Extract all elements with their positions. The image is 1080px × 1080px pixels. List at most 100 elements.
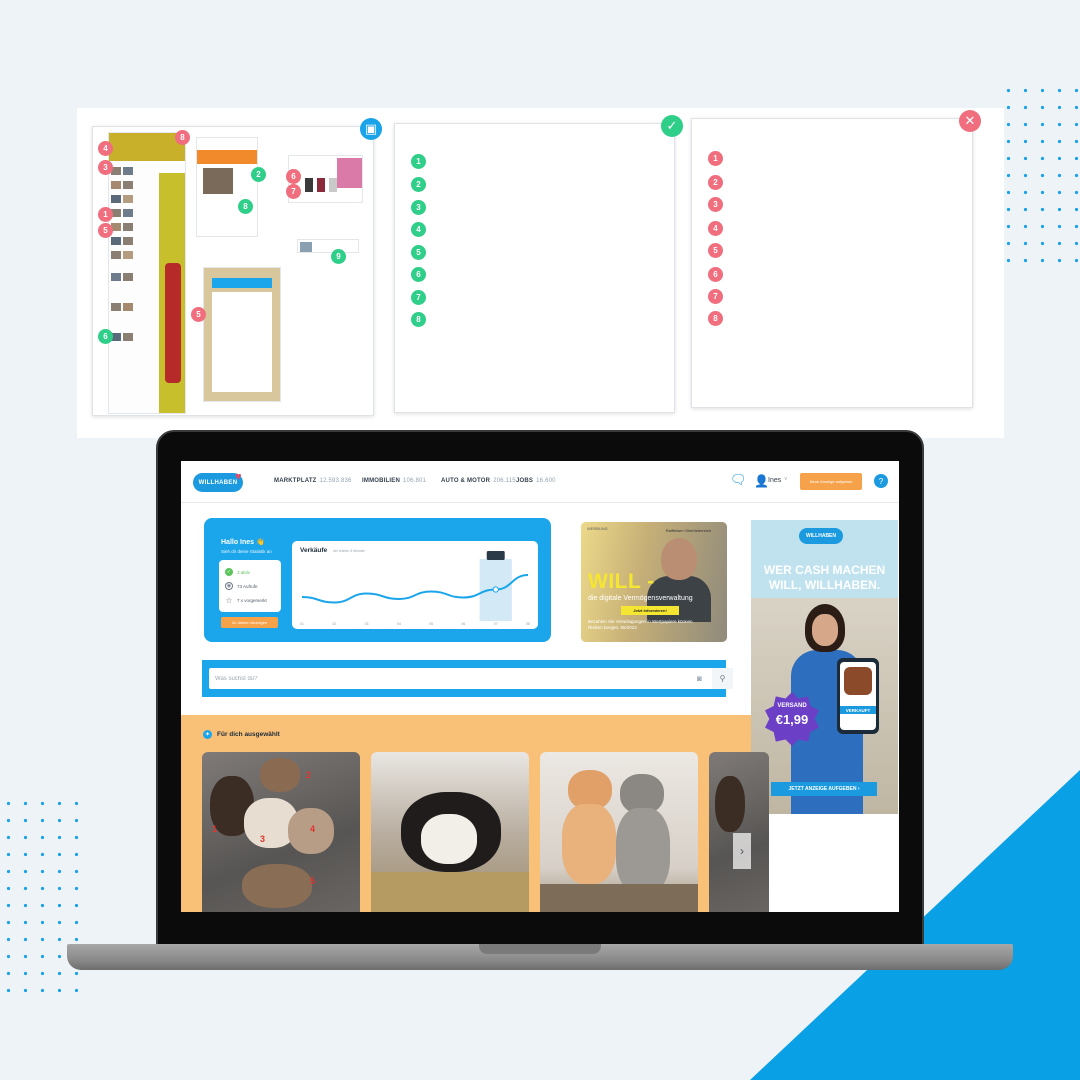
finding-row: 1 [708,151,961,166]
post-ad-cta-button[interactable]: JETZT ANZEIGE AUFGEBEN › [771,782,877,796]
marker-badge: 9 [331,249,346,264]
finding-row: 2 [708,175,961,190]
marker-badge: 5 [98,223,113,238]
nav-link-marktplatz[interactable]: MARKTPLATZ 12.593.836 [274,478,352,484]
chevron-down-icon[interactable]: ˅ [784,477,788,483]
ad-tagline: die digitale Vermögensverwaltung [588,595,693,602]
marker-badge: 8 [238,199,253,214]
marker-badge: 1 [98,207,113,222]
x-tick-label: 04 [397,622,401,626]
mini-screenshot-small [297,239,359,253]
ad-headline-line2: WILL, WILLHABEN. [768,578,881,592]
search-bar: ◙ ⚲ [202,660,733,697]
listing-card[interactable] [540,752,698,912]
marker-badge: 7 [286,184,301,199]
willhaben-banner-ad[interactable]: WILLHABEN WER CASH MACHEN WILL, WILLHABE… [751,520,898,814]
shipping-label: VERSAND [777,703,807,709]
camera-icon[interactable]: ◙ [697,674,702,683]
marker-badge: 6 [286,169,301,184]
ad-person-head [661,538,697,580]
finding-row: 4 [411,222,664,237]
finding-row: 4 [708,221,961,236]
listing-card[interactable] [709,752,769,912]
mini-screenshot-main [108,132,186,414]
heart-icon: ♥ [235,471,242,483]
marker-badge: 3 [98,160,113,175]
marker-label: 1 [212,824,218,834]
views-row: ◉ 73 Aufrufe [225,582,258,590]
sales-chart-svg: 01 02 03 04 05 06 07 08 [300,551,530,626]
negative-findings-panel: ✕ 1 2 3 4 5 6 7 8 [691,110,981,408]
listing-card[interactable] [371,752,529,912]
analysis-board: ▣ 8 4 2 3 6 7 1 5 8 9 5 6 ✓ 1 2 3 4 5 6 … [77,108,1004,438]
nav-link-jobs[interactable]: JOBS 16.600 [516,478,556,484]
recommendations-section: ✦ Für dich ausgewählt 1 2 3 4 5 [181,715,769,912]
search-input[interactable] [209,668,719,689]
x-tick-label: 05 [429,622,433,626]
chevron-right-icon: › [740,844,744,858]
listing-card[interactable]: 1 2 3 4 5 [202,752,360,912]
checkmark-icon: ✓ [661,115,683,137]
mini-screenshot-item [196,137,258,237]
greeting: Hallo Ines 👋 [221,539,265,546]
finding-row: 6 [411,267,664,282]
post-ad-button[interactable]: Neue Anzeige aufgeben [800,473,862,490]
star-icon: ☆ [225,595,233,605]
user-name[interactable]: Ines [768,477,781,484]
x-tick-label: 07 [494,622,498,626]
x-tick-label: 08 [526,622,530,626]
search-icon: ⚲ [719,674,726,683]
dot-pattern-top-right [1000,82,1080,272]
marker-badge: 2 [251,167,266,182]
finding-row: 8 [411,312,664,327]
phone-mockup: VERKAUFT [837,658,879,734]
raiffeisen-ad[interactable]: WERBUNG Raiffeisen Oberösterreich WILL -… [581,522,727,642]
close-icon: ✕ [959,110,981,132]
finding-row: 6 [708,267,961,282]
ad-disclaimer: Bezahlen Sie Veranlagungen in Wertpapier… [588,619,693,630]
to-my-ads-button[interactable]: Zu deinen Anzeigen [221,617,278,628]
finding-row: 1 [411,154,664,169]
laptop-notch [479,944,601,954]
saved-row: ☆ 7 x vorgemerkt [225,595,267,605]
ad-cta-button[interactable]: Jetzt informieren! [621,606,679,615]
data-point [492,586,499,593]
dot-pattern-bottom-left [0,795,80,1005]
user-icon[interactable]: 👤 [754,474,769,488]
marker-badge: 8 [175,130,190,145]
ad-brand: Raiffeisen Oberösterreich [665,528,711,533]
marker-label: 3 [260,834,266,844]
chat-icon[interactable]: 🗨 [730,473,747,487]
ad-headline: WILL - [588,570,655,593]
finding-row: 5 [411,245,664,260]
finding-row: 3 [708,197,961,212]
x-tick-label: 02 [332,622,336,626]
finding-row: 2 [411,177,664,192]
nav-link-auto-motor[interactable]: AUTO & MOTOR 206.115 [441,478,516,484]
check-icon: ✓ [225,568,233,576]
positive-findings-panel: ✓ 1 2 3 4 5 6 7 8 [394,115,683,413]
finding-row: 5 [708,243,961,258]
ad-headline-line1: WER CASH MACHEN [763,563,886,577]
statistics-card: Hallo Ines 👋 Sieh dir deine Statistik an… [204,518,551,642]
x-tick-label: 01 [300,622,304,626]
help-icon[interactable]: ? [874,474,888,488]
sales-chart: Verkäufe der letzten 8 Monate 01 02 03 04 05… [292,541,538,629]
mini-screenshot-tablet [203,267,281,402]
image-icon: ▣ [360,118,382,140]
sparkle-icon: ✦ [203,730,212,739]
x-tick-label: 03 [365,622,369,626]
stats-summary-box: ✓ 3 aktiv ◉ 73 Aufrufe ☆ 7 x vorgemerkt [219,560,281,612]
nav-link-immobilien[interactable]: IMMOBILIEN 106.801 [362,478,426,484]
tooltip-box [486,551,505,560]
marker-label: 4 [310,824,316,834]
search-button[interactable]: ⚲ [712,668,733,689]
carousel-next-button[interactable]: › [733,833,751,869]
shipping-price: €1,99 [775,712,809,727]
ad-label: WERBUNG [587,526,608,531]
x-tick-label: 06 [461,622,465,626]
browser-screen: WILLHABEN ♥ MARKTPLATZ 12.593.836 IMMOBIL… [181,461,899,912]
active-ads-row: ✓ 3 aktiv [225,568,251,576]
section-title: Für dich ausgewählt [217,731,280,738]
screenshot-panel: ▣ 8 4 2 3 6 7 1 5 8 9 5 6 [92,118,382,416]
